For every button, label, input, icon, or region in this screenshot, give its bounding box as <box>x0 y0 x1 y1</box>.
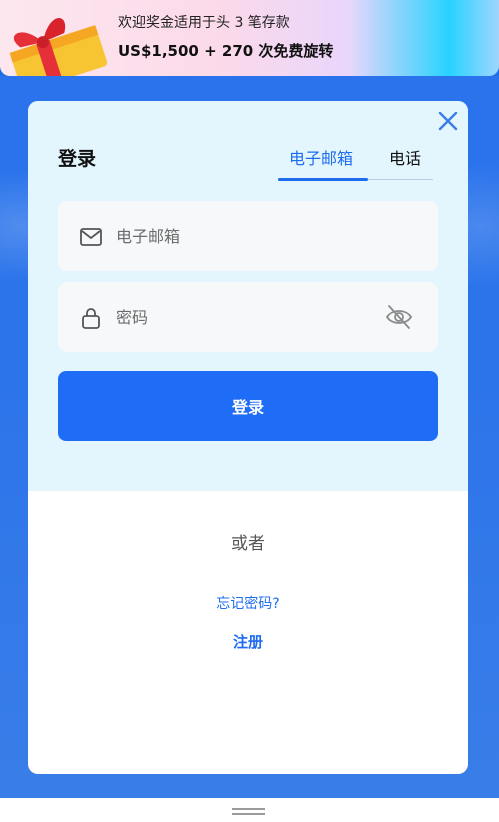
promo-banner[interactable]: 欢迎奖金适用于头 3 笔存款 US$1,500 + 270 次免费旋转 <box>0 0 499 76</box>
login-modal: 登录 电子邮箱 电话 登录 或者 忘记密码? 注册 <box>28 101 468 774</box>
login-method-tabs: 电子邮箱 电话 <box>278 139 433 181</box>
eye-off-icon[interactable] <box>384 303 414 331</box>
promo-line-2: US$1,500 + 270 次免费旋转 <box>118 42 334 60</box>
tab-phone[interactable]: 电话 <box>389 145 421 169</box>
promo-line-1: 欢迎奖金适用于头 3 笔存款 <box>118 15 290 31</box>
gift-icon <box>9 18 108 76</box>
close-icon[interactable] <box>436 109 460 133</box>
tab-active-indicator <box>278 178 368 181</box>
email-input[interactable] <box>116 221 376 251</box>
password-input[interactable] <box>116 302 376 332</box>
register-link[interactable]: 注册 <box>28 631 468 652</box>
lock-icon <box>82 308 100 329</box>
password-field-container[interactable] <box>58 282 438 352</box>
tab-email[interactable]: 电子邮箱 <box>289 145 353 169</box>
modal-title: 登录 <box>58 148 97 170</box>
email-field-container[interactable] <box>58 201 438 271</box>
forgot-password-link[interactable]: 忘记密码? <box>28 593 468 613</box>
drag-handle-icon[interactable] <box>232 808 265 815</box>
login-button[interactable]: 登录 <box>58 371 438 441</box>
or-divider-text: 或者 <box>231 534 265 554</box>
mail-icon <box>80 228 102 246</box>
